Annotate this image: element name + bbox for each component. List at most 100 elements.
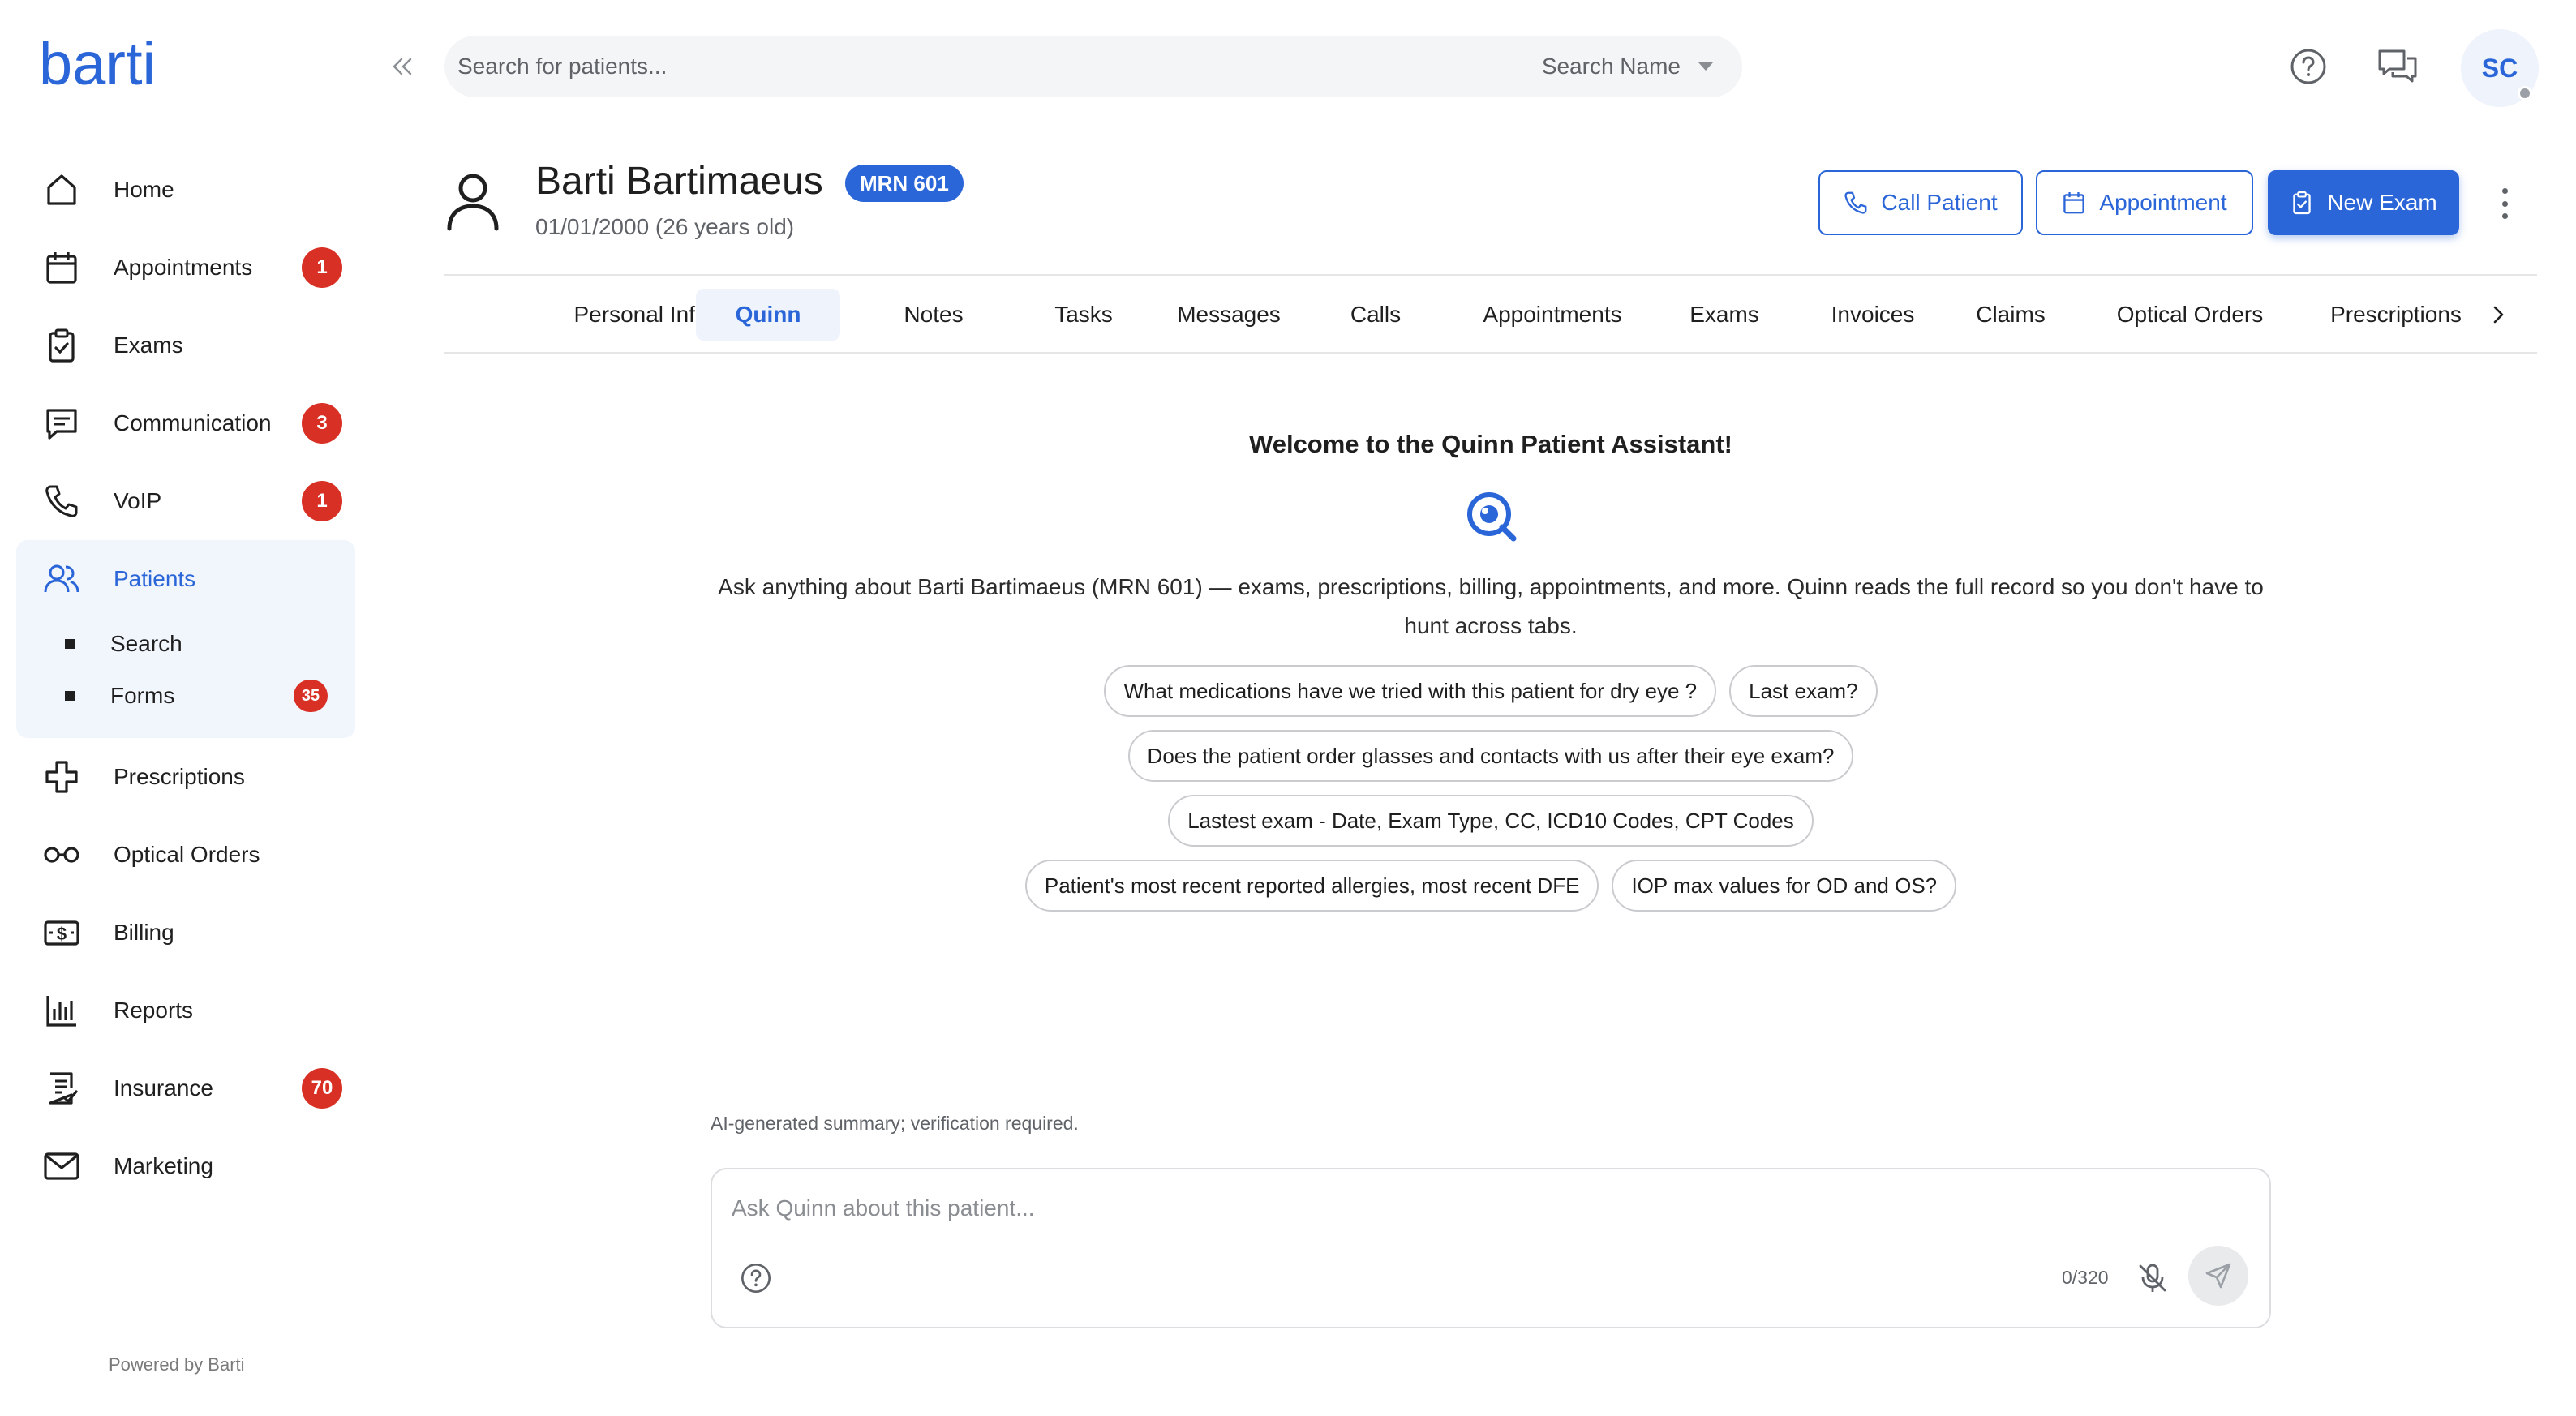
sidebar-item-label: Communication: [114, 410, 272, 436]
call-patient-label: Call Patient: [1881, 190, 1998, 215]
chat-help-button[interactable]: [740, 1262, 772, 1294]
sidebar-item-insurance[interactable]: Insurance 70: [16, 1049, 355, 1127]
double-chevron-left-icon: [393, 58, 412, 75]
new-exam-label: New Exam: [2327, 190, 2437, 215]
sidebar-nav: Home Appointments 1 Exams Communication …: [16, 151, 355, 1205]
caret-down-icon: [1698, 62, 1713, 71]
help-button[interactable]: [2279, 37, 2338, 96]
send-button[interactable]: [2188, 1246, 2248, 1306]
calendar-icon: [2063, 192, 2085, 214]
more-options-button[interactable]: [2488, 183, 2521, 224]
calendar-icon: [42, 248, 81, 287]
chat-bubbles-icon: [2378, 49, 2417, 83]
tab-appointments[interactable]: Appointments: [1437, 289, 1668, 341]
suggestion-chip[interactable]: IOP max values for OD and OS?: [1612, 860, 1957, 912]
suggestion-row: Lastest exam - Date, Exam Type, CC, ICD1…: [444, 795, 2537, 847]
barti-logo[interactable]: barti: [39, 39, 190, 92]
suggestion-row: What medications have we tried with this…: [444, 665, 2537, 717]
sidebar-item-label: Exams: [114, 333, 183, 358]
notification-badge: 1: [302, 481, 342, 521]
appointment-button[interactable]: Appointment: [2036, 170, 2253, 235]
notification-badge: 1: [302, 247, 342, 288]
suggestion-chip[interactable]: What medications have we tried with this…: [1104, 665, 1717, 717]
notification-badge: 70: [302, 1068, 342, 1109]
tab-notes[interactable]: Notes: [857, 289, 1011, 341]
header-actions: [2279, 37, 2427, 96]
suggestion-chip[interactable]: Patient's most recent reported allergies…: [1024, 860, 1599, 912]
sidebar-item-exams[interactable]: Exams: [16, 307, 355, 384]
sidebar-item-label: Insurance: [114, 1075, 213, 1101]
search-mode-label: Search Name: [1541, 54, 1681, 79]
patient-search-input[interactable]: [457, 54, 1542, 79]
sidebar-subitem-search[interactable]: Search: [16, 618, 355, 670]
tab-tasks[interactable]: Tasks: [1011, 289, 1157, 341]
sidebar-item-label: Prescriptions: [114, 764, 245, 789]
notification-badge: 35: [294, 680, 328, 712]
sidebar-item-label: Reports: [114, 998, 194, 1023]
quinn-logo-icon: [1462, 487, 1523, 548]
quinn-intro-text: Ask anything about Barti Bartimaeus (MRN…: [718, 574, 2264, 638]
sidebar-item-communication[interactable]: Communication 3: [16, 384, 355, 462]
sidebar-item-marketing[interactable]: Marketing: [16, 1127, 355, 1205]
suggestion-row: Patient's most recent reported allergies…: [444, 860, 2537, 912]
call-patient-button[interactable]: Call Patient: [1818, 170, 2023, 235]
svg-text:barti: barti: [39, 39, 156, 92]
suggestion-chip[interactable]: Last exam?: [1729, 665, 1878, 717]
patients-group: Patients Search Forms 35: [16, 540, 355, 738]
tab-claims[interactable]: Claims: [1945, 289, 2076, 341]
tab-calls[interactable]: Calls: [1314, 289, 1437, 341]
tab-quinn[interactable]: Quinn: [696, 289, 840, 341]
sidebar-item-optical-orders[interactable]: Optical Orders: [16, 816, 355, 894]
sidebar-item-label: Patients: [114, 566, 196, 591]
quinn-chat-input[interactable]: [732, 1195, 1948, 1221]
tabs-divider: [444, 352, 2537, 354]
search-mode-select[interactable]: Search Name: [1542, 54, 1713, 79]
microphone-off-button[interactable]: [2133, 1259, 2172, 1298]
sidebar-item-billing[interactable]: $ Billing: [16, 894, 355, 972]
tab-invoices[interactable]: Invoices: [1794, 289, 1951, 341]
tabs-scroll-right-button[interactable]: [2482, 294, 2514, 336]
help-icon: [2290, 49, 2326, 84]
medical-cross-icon: [42, 757, 81, 796]
sidebar-item-home[interactable]: Home: [16, 151, 355, 229]
chat-icon: [42, 404, 81, 443]
suggestion-row: Does the patient order glasses and conta…: [444, 730, 2537, 782]
send-icon: [2205, 1263, 2231, 1289]
phone-icon: [42, 482, 81, 521]
sidebar-item-patients[interactable]: Patients: [16, 540, 355, 618]
kebab-dot-icon: [2501, 188, 2508, 194]
clipboard-icon: [2293, 191, 2312, 215]
bullet-icon: [65, 639, 75, 649]
help-icon: [741, 1264, 771, 1293]
sidebar-item-reports[interactable]: Reports: [16, 972, 355, 1049]
svg-text:$: $: [57, 924, 67, 944]
messages-button[interactable]: [2368, 37, 2427, 96]
tab-prescriptions[interactable]: Prescriptions: [2281, 289, 2511, 341]
collapse-sidebar-button[interactable]: [381, 50, 423, 83]
suggestion-chip[interactable]: Lastest exam - Date, Exam Type, CC, ICD1…: [1168, 795, 1814, 847]
tab-exams[interactable]: Exams: [1658, 289, 1791, 341]
new-exam-button[interactable]: New Exam: [2268, 170, 2459, 235]
tab-optical-orders[interactable]: Optical Orders: [2075, 289, 2305, 341]
ai-disclaimer: AI-generated summary; verification requi…: [711, 1113, 1079, 1134]
sidebar-item-label: VoIP: [114, 488, 162, 513]
sidebar-subitem-forms[interactable]: Forms 35: [16, 670, 355, 722]
patient-search-bar: Search Name: [444, 36, 1742, 97]
sidebar-item-voip[interactable]: VoIP 1: [16, 462, 355, 540]
sidebar-item-label: Home: [114, 177, 174, 202]
bar-chart-icon: [42, 991, 81, 1030]
suggestion-chip[interactable]: Does the patient order glasses and conta…: [1127, 730, 1854, 782]
sidebar-item-label: Marketing: [114, 1153, 213, 1178]
clipboard-check-icon: [42, 326, 81, 365]
header-divider: [444, 274, 2537, 276]
char-counter: 0/320: [2062, 1267, 2109, 1288]
tab-messages[interactable]: Messages: [1144, 289, 1314, 341]
sidebar-item-prescriptions[interactable]: Prescriptions: [16, 738, 355, 816]
sidebar-item-label: Optical Orders: [114, 842, 260, 867]
sidebar-item-appointments[interactable]: Appointments 1: [16, 229, 355, 307]
glasses-icon: [42, 835, 81, 874]
phone-icon: [1844, 191, 1867, 214]
mic-off-icon: [2139, 1264, 2166, 1292]
quinn-chat-box: 0/320: [711, 1168, 2271, 1328]
kebab-dot-icon: [2501, 200, 2508, 207]
